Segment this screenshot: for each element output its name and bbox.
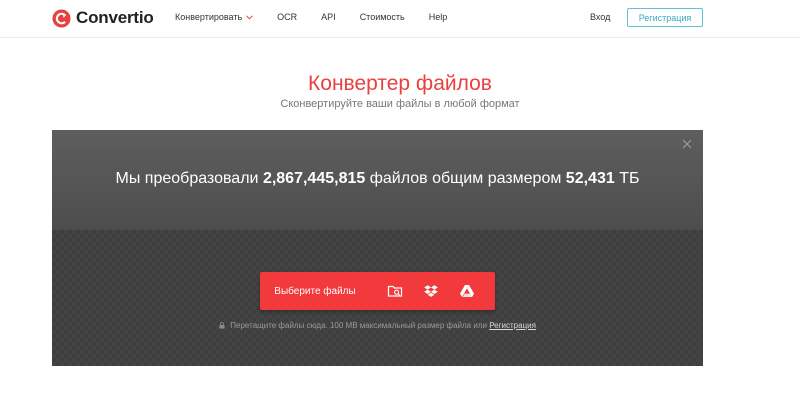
nav-item-ocr[interactable]: OCR [277, 12, 297, 22]
drop-hint-text: Перетащите файлы сюда. 100 MB максимальн… [230, 321, 487, 330]
signup-link[interactable]: Регистрация [489, 321, 536, 330]
choose-files-bar: Выберите файлы [260, 272, 495, 310]
nav-item-label: API [321, 12, 336, 22]
stats-middle: файлов общим размером [369, 170, 562, 187]
nav-item-label: Стоимость [359, 12, 405, 22]
drop-hint: Перетащите файлы сюда. 100 MB максимальн… [52, 321, 703, 330]
login-link[interactable]: Вход [590, 12, 610, 22]
page-title: Конвертер файлов [308, 72, 492, 95]
total-size: 52,431 [565, 170, 615, 187]
lock-icon [219, 322, 225, 329]
chevron-down-icon [246, 14, 254, 20]
nav-item-pricing[interactable]: Стоимость [360, 12, 405, 22]
main-nav: Конвертировать OCR API Стоимость Help [175, 12, 471, 22]
nav-item-label: Конвертировать [175, 12, 243, 22]
page-subtitle: Сконвертируйте ваши файлы в любой формат [280, 98, 520, 110]
nav-item-label: OCR [277, 12, 298, 22]
logo[interactable]: Convertio [52, 7, 154, 29]
size-unit: ТБ [619, 170, 640, 187]
nav-item-api[interactable]: API [321, 12, 336, 22]
nav-item-label: Help [428, 12, 448, 22]
signup-button[interactable]: Регистрация [627, 8, 703, 27]
files-count: 2,867,445,815 [262, 170, 366, 187]
site-header: Convertio Конвертировать OCR API Стоимос… [0, 0, 800, 38]
convertio-logo-icon [52, 8, 71, 28]
stats-prefix: Мы преобразовали [115, 170, 259, 187]
nav-item-convert[interactable]: Конвертировать [175, 12, 254, 22]
close-icon[interactable] [681, 138, 693, 150]
converter-panel: Мы преобразовали 2,867,445,815 файлов об… [52, 130, 703, 366]
google-drive-icon[interactable] [459, 283, 475, 299]
nav-item-help[interactable]: Help [429, 12, 448, 22]
choose-files-button[interactable]: Выберите файлы [260, 272, 370, 310]
folder-search-icon[interactable] [387, 283, 403, 299]
conversion-stats: Мы преобразовали 2,867,445,815 файлов об… [52, 170, 703, 188]
logo-text: Convertio [76, 8, 154, 27]
dropbox-icon[interactable] [423, 283, 439, 299]
